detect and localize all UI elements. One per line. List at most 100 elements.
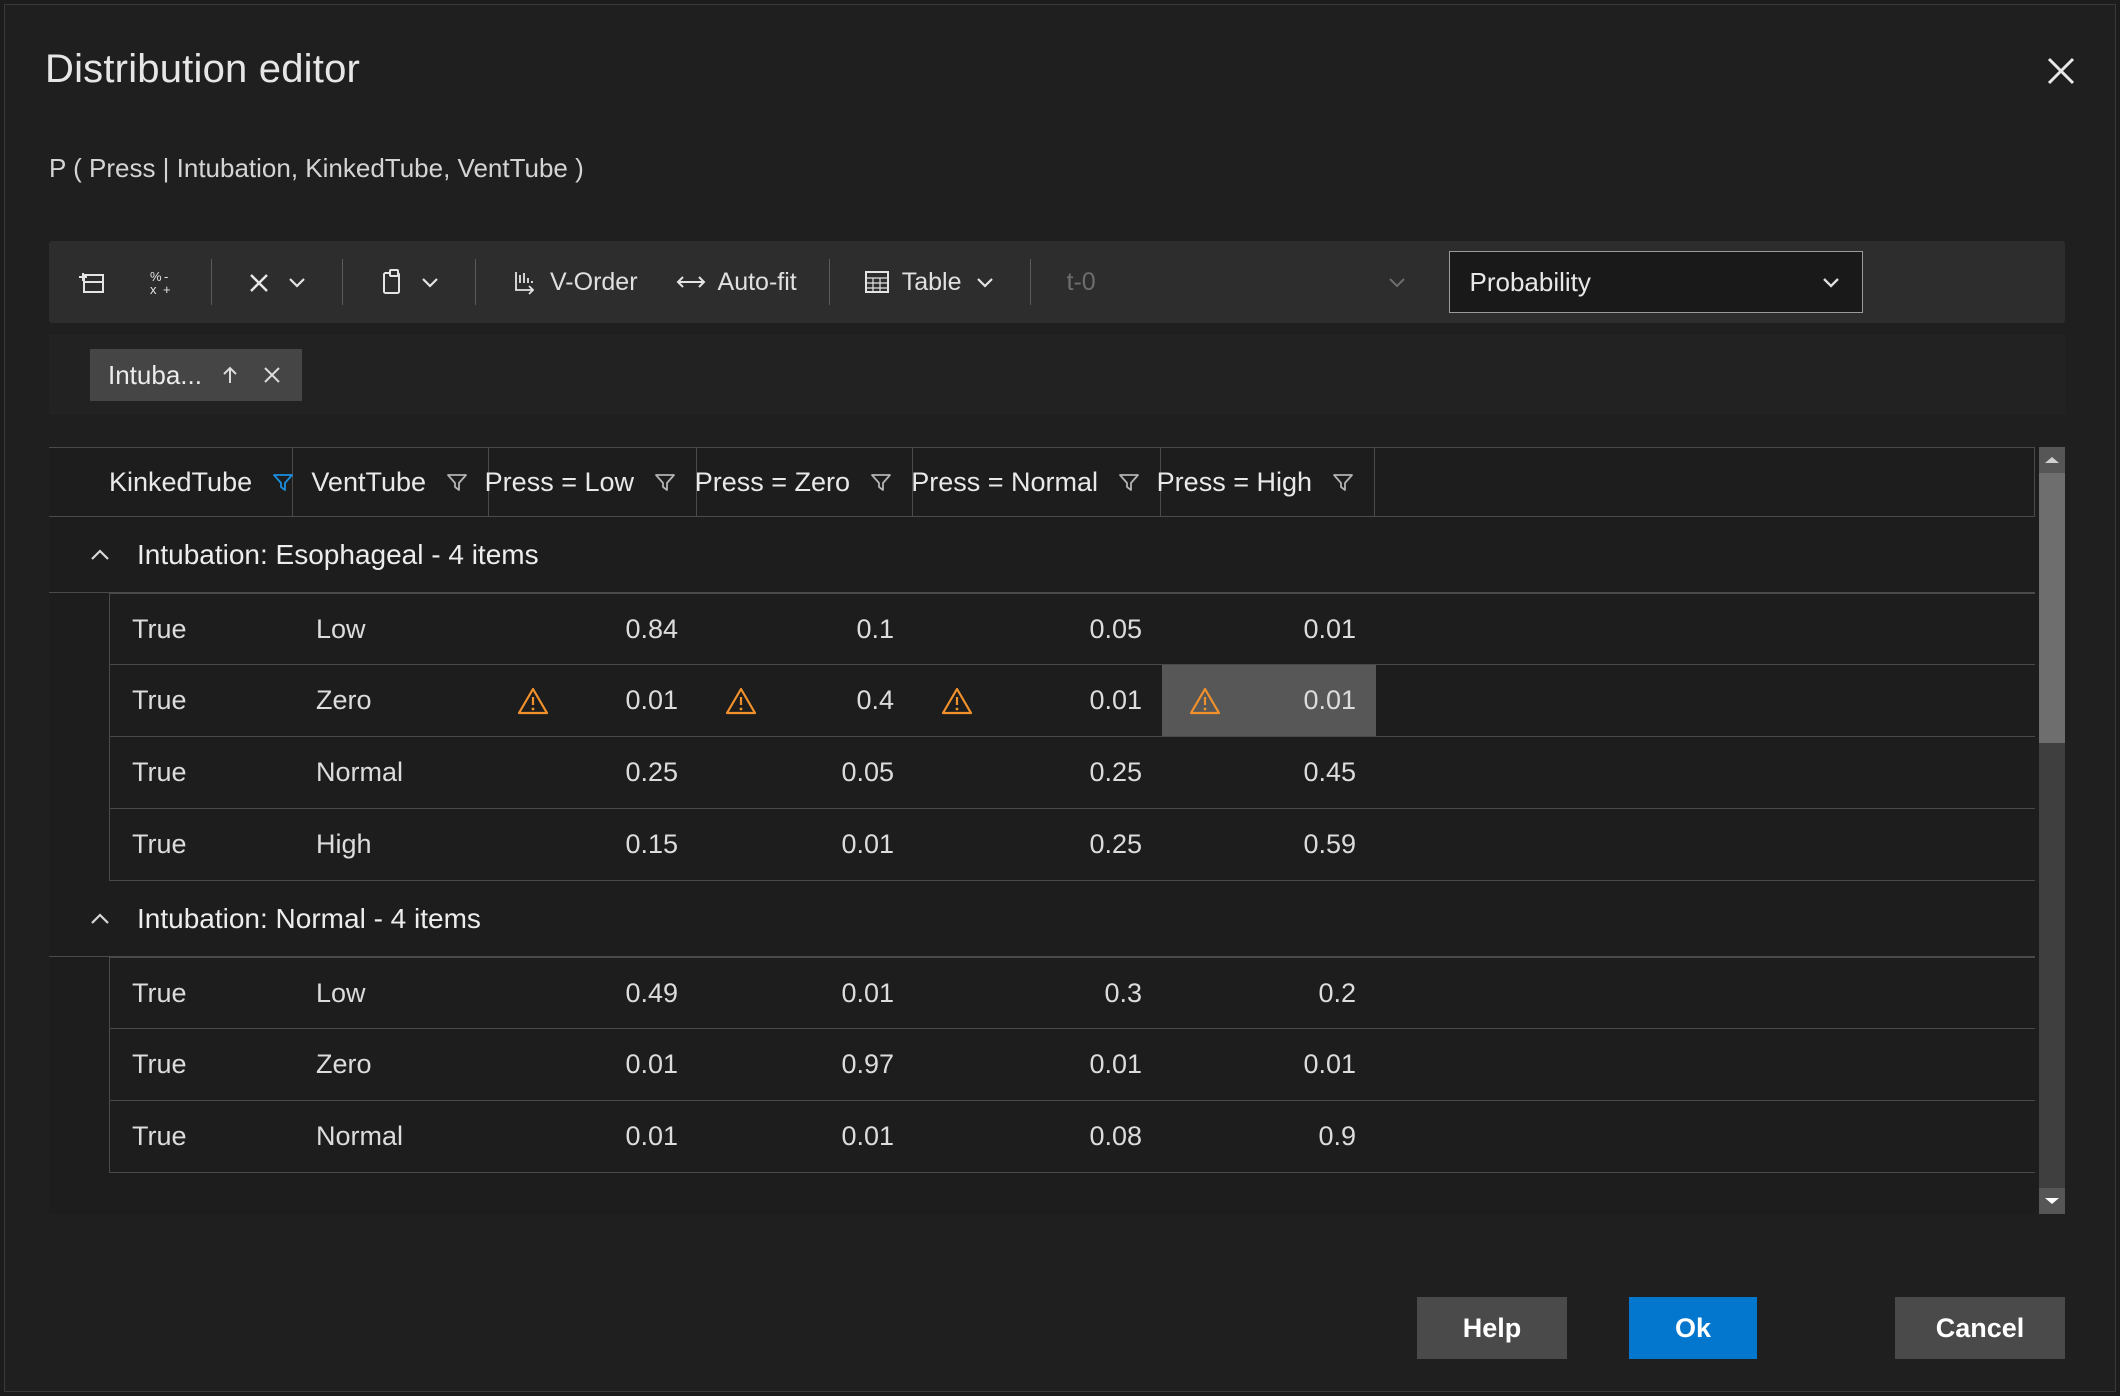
cell-probability[interactable]: 0.84 <box>490 594 698 664</box>
help-button[interactable]: Help <box>1417 1297 1567 1359</box>
cell-probability[interactable]: 0.25 <box>490 737 698 808</box>
column-header-kinkedtube[interactable]: KinkedTube <box>49 448 294 516</box>
row-indent <box>49 737 109 809</box>
table-row[interactable]: True High 0.15 0.01 0.25 0.59 <box>109 809 2065 881</box>
group-by-chip-intubation[interactable]: Intuba... <box>90 349 302 401</box>
column-header-venttube[interactable]: VentTube <box>293 448 489 516</box>
cell-probability[interactable]: 0.25 <box>914 809 1162 880</box>
group-header-row[interactable]: Intubation: Esophageal - 4 items <box>49 517 2065 593</box>
cell-probability[interactable]: 0.3 <box>914 958 1162 1028</box>
table-row[interactable]: True Normal 0.25 0.05 0.25 0.45 <box>109 737 2065 809</box>
cell-kinkedtube[interactable]: True <box>110 1029 294 1100</box>
v-order-button[interactable]: V-Order <box>490 241 656 323</box>
paste-button[interactable] <box>357 241 461 323</box>
filter-icon[interactable] <box>1116 469 1142 495</box>
column-header-press-high[interactable]: Press = High <box>1157 448 1375 516</box>
cell-probability[interactable]: 0.01 <box>490 1029 698 1100</box>
cell-venttube[interactable]: Zero <box>294 1029 490 1100</box>
cancel-button[interactable]: Cancel <box>1895 1297 2065 1359</box>
cell-probability[interactable]: 0.01 <box>914 1029 1162 1100</box>
table-view-button[interactable]: Table <box>844 241 1016 323</box>
cell-probability[interactable]: 0.59 <box>1162 809 1376 880</box>
cell-kinkedtube[interactable]: True <box>110 594 294 664</box>
cell-venttube[interactable]: Low <box>294 594 490 664</box>
chevron-down-icon <box>972 269 998 295</box>
cell-probability[interactable]: 0.08 <box>914 1101 1162 1172</box>
vertical-scrollbar[interactable] <box>2035 447 2065 1214</box>
cell-probability[interactable]: 0.01 <box>490 1101 698 1172</box>
chevron-up-icon[interactable] <box>85 540 115 570</box>
cell-probability[interactable]: 0.01 <box>490 665 698 736</box>
cell-empty[interactable] <box>1376 1101 2006 1172</box>
filter-icon[interactable] <box>1330 469 1356 495</box>
table-row[interactable]: True Low 0.49 0.01 0.3 0.2 <box>109 957 2065 1029</box>
group-header-row[interactable]: Intubation: Normal - 4 items <box>49 881 2065 957</box>
cell-venttube[interactable]: Low <box>294 958 490 1028</box>
normalize-button[interactable]: % - x + <box>127 241 197 323</box>
cell-probability[interactable]: 0.97 <box>698 1029 914 1100</box>
close-icon[interactable] <box>2033 43 2089 99</box>
cell-probability[interactable]: 0.01 <box>1162 1029 1376 1100</box>
column-header-press-low[interactable]: Press = Low <box>485 448 697 516</box>
cell-probability[interactable]: 0.01 <box>1162 665 1376 736</box>
table-row[interactable]: True Low 0.84 0.1 0.05 0.01 <box>109 593 2065 665</box>
cell-probability[interactable]: 0.05 <box>914 594 1162 664</box>
time-step-select[interactable]: t-0 <box>1049 255 1427 309</box>
cell-kinkedtube[interactable]: True <box>110 665 294 736</box>
cell-kinkedtube[interactable]: True <box>110 1101 294 1172</box>
cell-kinkedtube[interactable]: True <box>110 958 294 1028</box>
scrollbar-thumb[interactable] <box>2039 473 2065 743</box>
cell-empty[interactable] <box>1376 665 2006 736</box>
cell-kinkedtube[interactable]: True <box>110 809 294 880</box>
table-row[interactable]: True Zero 0.01 0.4 0.01 0.01 <box>109 665 2065 737</box>
cell-probability[interactable]: 0.2 <box>1162 958 1376 1028</box>
cell-empty[interactable] <box>1376 1029 2006 1100</box>
cell-empty[interactable] <box>1376 594 2006 664</box>
cell-venttube[interactable]: Zero <box>294 665 490 736</box>
cell-probability[interactable]: 0.4 <box>698 665 914 736</box>
cell-probability[interactable]: 0.01 <box>698 1101 914 1172</box>
table-row[interactable]: True Normal 0.01 0.01 0.08 0.9 <box>109 1101 2065 1173</box>
cell-empty[interactable] <box>1376 958 2006 1028</box>
cell-empty[interactable] <box>1376 737 2006 808</box>
scroll-down-button[interactable] <box>2039 1188 2065 1214</box>
value-type-select[interactable]: Probability <box>1448 251 1863 313</box>
cell-empty[interactable] <box>1376 809 2006 880</box>
chevron-up-icon[interactable] <box>85 904 115 934</box>
cell-probability[interactable]: 0.15 <box>490 809 698 880</box>
cell-probability[interactable]: 0.1 <box>698 594 914 664</box>
arrow-up-icon[interactable] <box>216 361 244 389</box>
cell-probability[interactable]: 0.01 <box>1162 594 1376 664</box>
dialog-footer: Help Ok Cancel <box>5 1265 2115 1391</box>
column-header-label: Press = Normal <box>911 466 1098 497</box>
cell-probability[interactable]: 0.05 <box>698 737 914 808</box>
cell-probability[interactable]: 0.45 <box>1162 737 1376 808</box>
toolbar-separator <box>211 259 212 305</box>
table-row[interactable]: True Zero 0.01 0.97 0.01 0.01 <box>109 1029 2065 1101</box>
scroll-up-button[interactable] <box>2039 447 2065 473</box>
filter-icon[interactable] <box>868 469 894 495</box>
svg-text:+: + <box>163 282 171 297</box>
auto-fit-button[interactable]: Auto-fit <box>656 241 815 323</box>
close-icon[interactable] <box>258 361 286 389</box>
table-row-wrapper: True Low 0.84 0.1 0.05 0.01 <box>49 593 2065 665</box>
cell-probability[interactable]: 0.49 <box>490 958 698 1028</box>
cell-venttube[interactable]: Normal <box>294 1101 490 1172</box>
filter-icon[interactable] <box>652 469 678 495</box>
cell-venttube[interactable]: High <box>294 809 490 880</box>
filter-icon[interactable] <box>444 469 470 495</box>
ok-button[interactable]: Ok <box>1629 1297 1757 1359</box>
column-header-empty[interactable] <box>1375 448 2035 516</box>
cell-probability[interactable]: 0.01 <box>698 958 914 1028</box>
clear-button[interactable] <box>226 241 328 323</box>
cell-kinkedtube[interactable]: True <box>110 737 294 808</box>
cell-probability[interactable]: 0.9 <box>1162 1101 1376 1172</box>
column-header-label: KinkedTube <box>109 466 253 497</box>
cell-probability[interactable]: 0.25 <box>914 737 1162 808</box>
cell-venttube[interactable]: Normal <box>294 737 490 808</box>
column-header-press-zero[interactable]: Press = Zero <box>695 448 913 516</box>
column-header-press-normal[interactable]: Press = Normal <box>911 448 1161 516</box>
cell-probability[interactable]: 0.01 <box>914 665 1162 736</box>
add-row-button[interactable] <box>49 241 127 323</box>
cell-probability[interactable]: 0.01 <box>698 809 914 880</box>
